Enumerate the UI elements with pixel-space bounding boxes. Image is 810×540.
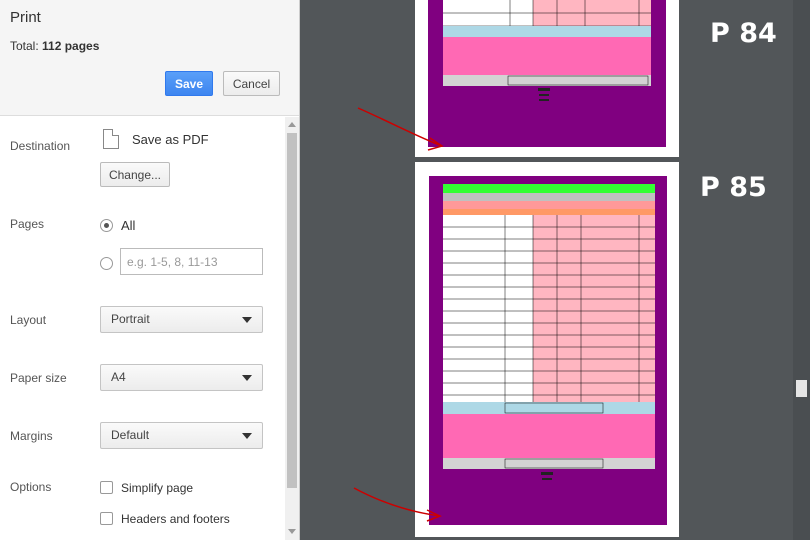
scroll-down-arrow-icon[interactable] — [288, 529, 296, 534]
preview-scrollbar-thumb[interactable] — [796, 380, 807, 397]
options-label: Options — [10, 480, 52, 494]
pages-all-radio[interactable] — [100, 219, 113, 232]
total-prefix: Total: — [10, 39, 43, 53]
destination-value: Save as PDF — [132, 132, 209, 147]
margins-value: Default — [111, 428, 150, 442]
pages-range-radio[interactable] — [100, 257, 113, 270]
paper-size-select[interactable]: A4 — [100, 364, 263, 391]
dialog-title: Print — [10, 9, 41, 26]
pdf-file-icon — [103, 129, 119, 149]
page-total: Total: 112 pages — [10, 39, 99, 53]
simplify-page-checkbox[interactable] — [100, 481, 113, 494]
scroll-up-arrow-icon[interactable] — [288, 122, 296, 127]
chevron-down-icon — [242, 317, 252, 323]
print-settings-sidebar: Print Total: 112 pages Save Cancel Desti… — [0, 0, 300, 540]
annotation-arrow-icon — [353, 487, 441, 517]
chevron-down-icon — [242, 433, 252, 439]
layout-select[interactable]: Portrait — [100, 306, 263, 333]
pages-label: Pages — [10, 217, 45, 231]
margins-label: Margins — [10, 429, 53, 443]
cancel-button[interactable]: Cancel — [223, 71, 280, 96]
chevron-down-icon — [242, 375, 252, 381]
print-preview-area: P 84 P 85 — [300, 0, 810, 540]
margins-select[interactable]: Default — [100, 422, 263, 449]
pages-all-label: All — [121, 218, 136, 233]
layout-label: Layout — [10, 313, 47, 327]
simplify-page-label: Simplify page — [121, 481, 194, 495]
destination-label: Destination — [10, 139, 71, 153]
paper-size-value: A4 — [111, 370, 126, 384]
layout-value: Portrait — [111, 312, 150, 326]
headers-footers-label: Headers and footers — [121, 512, 230, 526]
annotation-arrows — [353, 107, 444, 522]
change-destination-button[interactable]: Change... — [100, 162, 170, 187]
pages-range-input[interactable] — [120, 248, 263, 275]
sidebar-scrollbar-thumb[interactable] — [287, 133, 297, 488]
annotation-arrow-icon — [357, 107, 443, 147]
save-button[interactable]: Save — [165, 71, 213, 96]
paper-size-label: Paper size — [10, 371, 67, 385]
headers-footers-checkbox[interactable] — [100, 512, 113, 525]
preview-scrollbar[interactable] — [793, 0, 810, 540]
sidebar-header: Print Total: 112 pages Save Cancel — [0, 0, 299, 116]
total-value: 112 pages — [42, 39, 100, 53]
